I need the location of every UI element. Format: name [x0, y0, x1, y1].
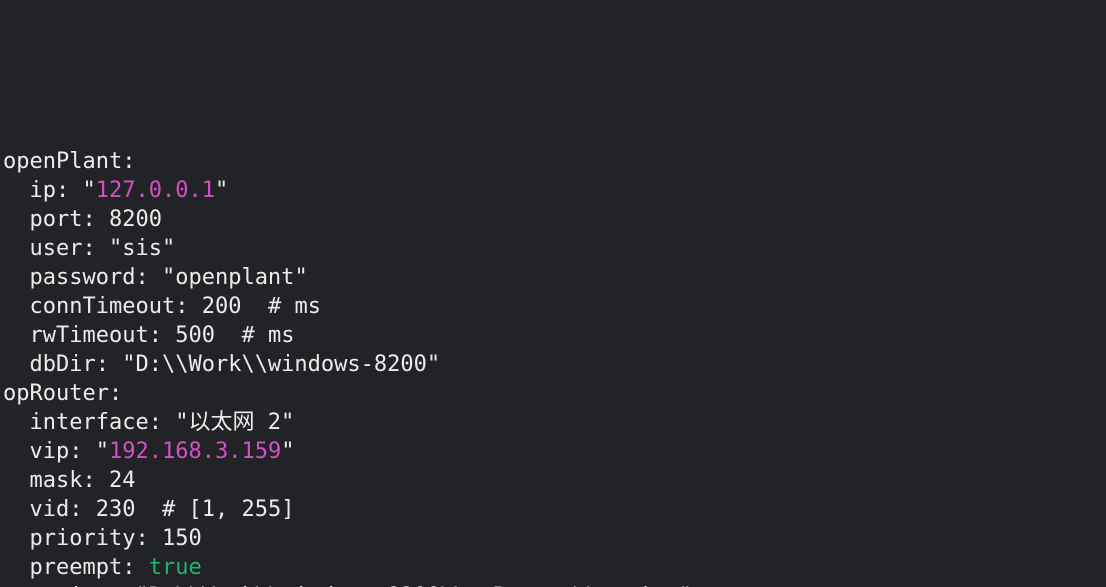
mask-key: mask	[30, 468, 83, 493]
quote: "	[162, 265, 175, 290]
dbdir-key: dbDir	[30, 352, 96, 377]
colon: :	[82, 207, 95, 232]
quote: "	[96, 439, 109, 464]
port-value: 8200	[109, 207, 162, 232]
quote: "	[175, 410, 188, 435]
quote: "	[427, 352, 440, 377]
rwtimeout-value: 500	[175, 323, 215, 348]
vip-key: vip	[30, 439, 70, 464]
preempt-key: preempt	[30, 555, 123, 580]
colon: :	[82, 236, 95, 261]
ip-value: 127.0.0.1	[96, 178, 215, 203]
script-key: script	[30, 584, 109, 587]
colon: :	[122, 555, 135, 580]
interface-key: interface	[30, 410, 149, 435]
colon: :	[149, 323, 162, 348]
quote: "	[679, 584, 692, 587]
ip-key: ip	[30, 178, 57, 203]
priority-value: 150	[162, 526, 202, 551]
colon: :	[69, 497, 82, 522]
colon: :	[175, 294, 188, 319]
colon: :	[56, 178, 69, 203]
password-key: password	[30, 265, 136, 290]
interface-value: 以太网 2	[188, 410, 281, 435]
quote: "	[294, 265, 307, 290]
colon: :	[109, 381, 122, 406]
rwtimeout-key: rwTimeout	[30, 323, 149, 348]
priority-key: priority	[30, 526, 136, 551]
conntimeout-value: 200	[202, 294, 242, 319]
quote: "	[135, 584, 148, 587]
yaml-config-block: openPlant: ip: "127.0.0.1" port: 8200 us…	[0, 145, 1106, 587]
dbdir-value: D:\\Work\\windows-8200	[135, 352, 426, 377]
section-key-oprouter: opRouter	[3, 381, 109, 406]
port-key: port	[30, 207, 83, 232]
colon: :	[135, 526, 148, 551]
comment: # ms	[268, 294, 321, 319]
quote: "	[122, 352, 135, 377]
quote: "	[83, 178, 96, 203]
quote: "	[215, 178, 228, 203]
vid-key: vid	[30, 497, 70, 522]
colon: :	[149, 410, 162, 435]
colon: :	[96, 352, 109, 377]
preempt-value: true	[149, 555, 202, 580]
mask-value: 24	[109, 468, 136, 493]
colon: :	[135, 265, 148, 290]
colon: :	[109, 584, 122, 587]
quote: "	[281, 410, 294, 435]
quote: "	[162, 236, 175, 261]
quote: "	[109, 236, 122, 261]
script-value: D:\\Work\\windows-8200\\opRouter\\script	[149, 584, 679, 587]
user-key: user	[30, 236, 83, 261]
vip-value: 192.168.3.159	[109, 439, 281, 464]
colon: :	[69, 439, 82, 464]
comment: # ms	[241, 323, 294, 348]
password-value: openplant	[175, 265, 294, 290]
colon: :	[82, 468, 95, 493]
quote: "	[281, 439, 294, 464]
vid-value: 230	[96, 497, 136, 522]
colon: :	[122, 149, 135, 174]
user-value: sis	[122, 236, 162, 261]
comment: # [1, 255]	[162, 497, 294, 522]
conntimeout-key: connTimeout	[30, 294, 176, 319]
section-key-openplant: openPlant	[3, 149, 122, 174]
